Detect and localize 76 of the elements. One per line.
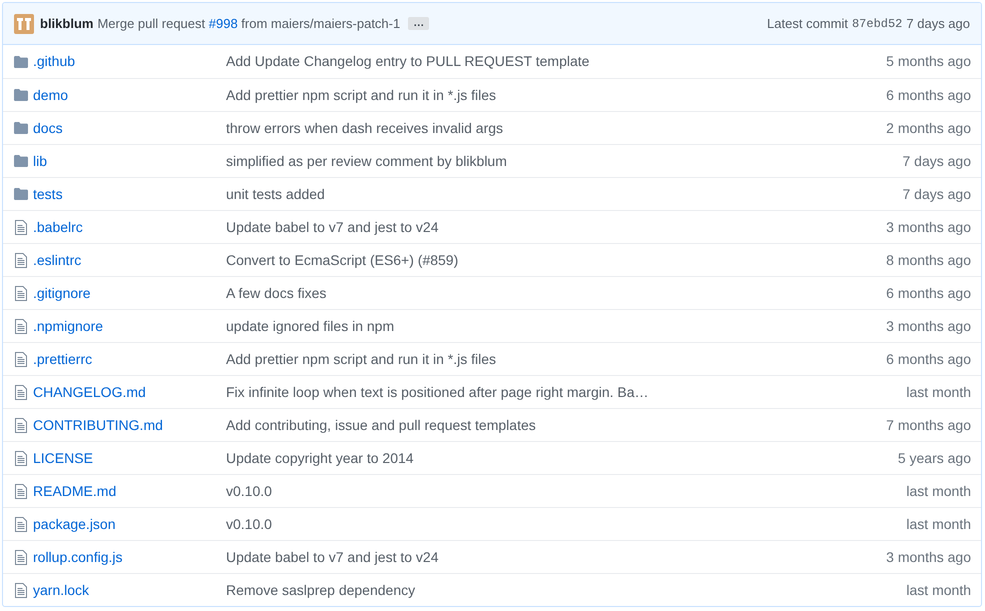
file-name-link[interactable]: lib — [33, 152, 48, 168]
commit-age: 6 months ago — [886, 284, 971, 303]
commit-message-link[interactable]: v0.10.0 — [226, 480, 272, 502]
document-icon — [15, 450, 27, 466]
folder-icon — [14, 89, 28, 101]
commit-age: 3 months ago — [886, 548, 971, 567]
commit-age: 5 months ago — [886, 52, 971, 71]
author-link[interactable]: blikblum — [40, 14, 94, 34]
file-name-link[interactable]: .babelrc — [33, 218, 83, 234]
document-icon — [15, 286, 27, 300]
file-name-link[interactable]: rollup.config.js — [33, 548, 122, 564]
document-icon — [15, 582, 27, 598]
commit-message-link[interactable]: v0.10.0 — [226, 514, 272, 534]
commit-message-link[interactable]: Remove saslprep dependency — [226, 580, 416, 600]
file-name-link[interactable]: .npmignore — [33, 318, 104, 334]
document-icon — [15, 484, 27, 498]
document-icon — [15, 550, 27, 564]
document-icon — [15, 318, 27, 334]
document-icon — [15, 418, 27, 432]
file-name-link[interactable]: docs — [33, 120, 63, 136]
file-name-link[interactable]: .eslintrc — [33, 252, 82, 268]
commit-age: 3 months ago — [886, 218, 971, 237]
commit-message-link[interactable]: simplified as per review comment by blikblum — [226, 150, 507, 172]
commit-message-link[interactable]: Add prettier npm script and run it in *.js files — [226, 84, 496, 106]
file-name-link[interactable]: .prettierrc — [33, 350, 92, 366]
file-name-link[interactable]: CHANGELOG.md — [33, 384, 146, 400]
folder-icon — [14, 188, 28, 200]
commit-age: 7 days ago — [902, 152, 971, 171]
commit-age: 2 months ago — [886, 118, 971, 138]
commit-message-link[interactable]: Fix infinite loop when text is positioned after page right margin. Ba… — [226, 382, 649, 402]
commit-message-link[interactable]: Update copyright year to 2014 — [226, 448, 414, 468]
file-name-link[interactable]: package.json — [33, 516, 116, 532]
commit-age: last month — [906, 382, 971, 402]
pull-request-link[interactable]: #998 — [208, 16, 238, 31]
commit-age: 6 months ago — [886, 350, 971, 369]
commit-age: last month — [906, 482, 971, 500]
folder-icon — [14, 155, 28, 167]
latest-commit-label: Latest commit — [767, 14, 848, 33]
commit-message: Merge pull request #998 from maiers/maiers-patch-1 — [97, 14, 400, 33]
commit-age: 6 months ago — [886, 86, 971, 105]
expand-button[interactable]: … — [408, 17, 430, 30]
file-name-link[interactable]: tests — [33, 186, 63, 202]
document-icon — [15, 220, 27, 234]
commit-message-link[interactable]: update ignored files in npm — [226, 316, 394, 336]
commit-age: 3 months ago — [886, 316, 971, 336]
commit-message-link[interactable]: Add Update Changelog entry to PULL REQUEST template — [226, 51, 590, 72]
file-name-link[interactable]: .github — [33, 53, 76, 69]
file-name-link[interactable]: LICENSE — [33, 450, 93, 466]
file-name-link[interactable]: .gitignore — [33, 284, 91, 300]
commit-sha[interactable]: 87ebd52 — [852, 14, 902, 32]
commit-age: 5 years ago — [898, 448, 971, 468]
file-name-link[interactable]: README.md — [33, 482, 116, 498]
commit-age: 7 months ago — [886, 416, 971, 435]
commit-message-link[interactable]: A few docs fixes — [226, 282, 326, 304]
commit-message-link[interactable]: Update babel to v7 and jest to v24 — [226, 546, 438, 568]
document-icon — [15, 384, 27, 400]
commit-age: 7 days ago — [902, 184, 971, 204]
document-icon — [15, 352, 27, 366]
commit-message-link[interactable]: Update babel to v7 and jest to v24 — [226, 216, 438, 238]
file-name-link[interactable]: yarn.lock — [33, 582, 90, 598]
folder-icon — [14, 122, 28, 134]
commit-age: 7 days ago — [906, 14, 970, 33]
avatar-icon[interactable] — [14, 14, 34, 34]
commit-message-link[interactable]: unit tests added — [226, 184, 325, 204]
commit-age: last month — [906, 580, 971, 600]
commit-message-link[interactable]: Add contributing, issue and pull request templates — [226, 414, 536, 436]
commit-message-link[interactable]: throw errors when dash receives invalid args — [226, 118, 504, 138]
commit-age: 8 months ago — [886, 250, 971, 270]
folder-icon — [14, 56, 28, 68]
document-icon — [15, 516, 27, 532]
file-name-link[interactable]: demo — [33, 86, 68, 102]
document-icon — [15, 252, 27, 268]
commit-age: last month — [906, 514, 971, 534]
commit-message-link[interactable]: Add prettier npm script and run it in *.js files — [226, 348, 496, 370]
commit-message-link[interactable]: Convert to EcmaScript (ES6+) (#859) — [226, 250, 458, 270]
file-name-link[interactable]: CONTRIBUTING.md — [33, 416, 163, 432]
